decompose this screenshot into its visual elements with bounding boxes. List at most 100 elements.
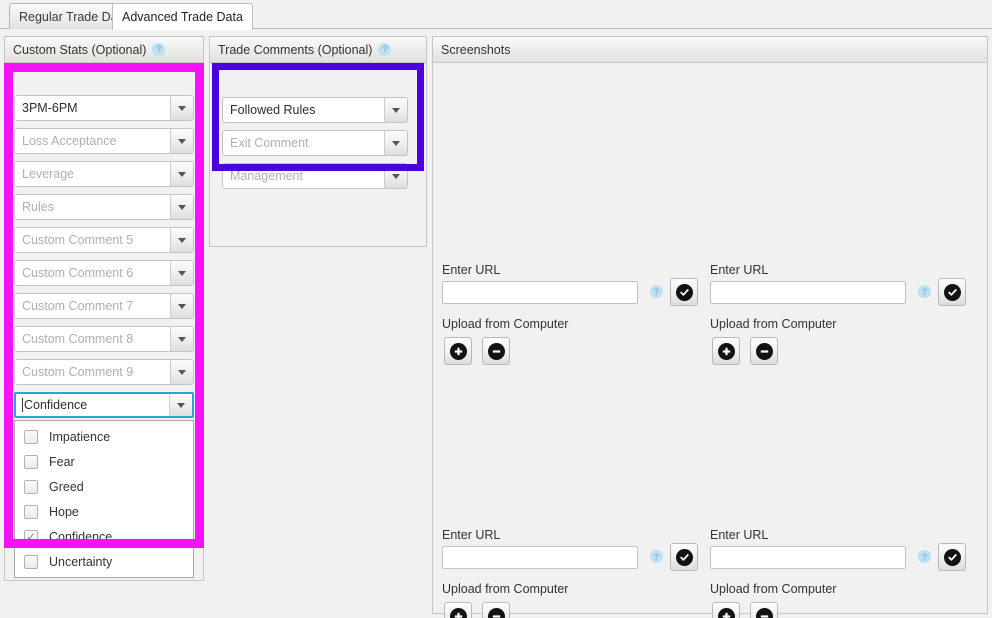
tab-strip: Regular Trade Data Advanced Trade Data	[0, 0, 992, 30]
chevron-down-icon[interactable]	[384, 131, 407, 155]
remove-upload-button[interactable]	[750, 337, 778, 365]
trade-comment-combo-0[interactable]: Followed Rules	[222, 97, 408, 123]
checkbox-icon[interactable]	[24, 504, 38, 519]
chevron-down-icon[interactable]	[170, 327, 193, 351]
checkbox-icon[interactable]	[24, 479, 38, 494]
add-upload-button[interactable]	[444, 602, 472, 618]
dropdown-option[interactable]: Impatience	[15, 424, 193, 449]
text-cursor	[22, 398, 23, 412]
dropdown-option[interactable]: ✓ Confidence	[15, 524, 193, 549]
dropdown-option-label: Confidence	[49, 529, 113, 544]
upload-from-computer-label: Upload from Computer	[442, 582, 569, 596]
checkbox-checked-icon[interactable]: ✓	[24, 529, 38, 544]
trade-comment-combo-2[interactable]: Management	[222, 163, 408, 189]
url-input[interactable]	[442, 281, 638, 304]
remove-upload-button[interactable]	[482, 602, 510, 618]
dropdown-option-label: Hope	[49, 504, 79, 519]
url-input[interactable]	[710, 281, 906, 304]
help-icon[interactable]: ?	[378, 43, 392, 56]
panel-custom-stats: Custom Stats (Optional) ? 3PM-6PM Loss Ac…	[4, 36, 204, 581]
combo-value: Exit Comment	[230, 136, 309, 150]
custom-stat-combo-0[interactable]: 3PM-6PM	[14, 95, 194, 121]
custom-stat-combo-5[interactable]: Custom Comment 6	[14, 260, 194, 286]
dropdown-option[interactable]: Fear	[15, 449, 193, 474]
upload-from-computer-label: Upload from Computer	[710, 317, 837, 331]
checkbox-icon[interactable]	[24, 554, 38, 569]
chevron-down-icon[interactable]	[170, 228, 193, 252]
confirm-url-button[interactable]	[670, 278, 698, 306]
dropdown-option[interactable]: Hope	[15, 499, 193, 524]
enter-url-label: Enter URL	[442, 263, 501, 277]
custom-stats-header: Custom Stats (Optional) ?	[5, 37, 203, 63]
combo-value: Custom Comment 6	[22, 266, 134, 280]
chevron-down-icon[interactable]	[169, 394, 192, 416]
help-icon[interactable]: ?	[918, 550, 931, 563]
combo-value: Leverage	[22, 167, 75, 181]
combo-value: Custom Comment 9	[22, 365, 134, 379]
combo-value: Custom Comment 7	[22, 299, 134, 313]
help-icon[interactable]: ?	[650, 285, 663, 298]
screenshots-body: Enter URL? Upload from Computer Enter URL?…	[433, 63, 987, 618]
check-circle-icon	[675, 548, 693, 566]
trade-comment-combo-1[interactable]: Exit Comment	[222, 130, 408, 156]
chevron-down-icon[interactable]	[170, 294, 193, 318]
plus-circle-icon	[449, 342, 467, 360]
dropdown-option-label: Fear	[49, 454, 75, 469]
custom-stat-combo-9[interactable]: Confidence	[14, 392, 194, 418]
chevron-down-icon[interactable]	[170, 261, 193, 285]
trade-comments-header: Trade Comments (Optional) ?	[210, 37, 426, 63]
dropdown-option-label: Impatience	[49, 429, 111, 444]
panel-trade-comments: Trade Comments (Optional) ? Followed Rul…	[209, 36, 427, 247]
minus-circle-icon	[487, 607, 505, 618]
plus-circle-icon	[449, 607, 467, 618]
upload-from-computer-label: Upload from Computer	[442, 317, 569, 331]
custom-stat-dropdown-list[interactable]: Impatience Fear Greed Hope ✓ Confidence Uncert…	[14, 420, 194, 578]
combo-value: Confidence	[22, 398, 88, 412]
confirm-url-button[interactable]	[938, 543, 966, 571]
add-upload-button[interactable]	[712, 602, 740, 618]
tab-advanced-trade-data[interactable]: Advanced Trade Data	[112, 3, 253, 30]
custom-stat-combo-7[interactable]: Custom Comment 8	[14, 326, 194, 352]
screenshots-title: Screenshots	[441, 42, 511, 57]
checkbox-icon[interactable]	[24, 454, 38, 469]
check-circle-icon	[943, 548, 961, 566]
dropdown-option[interactable]: Uncertainty	[15, 549, 193, 574]
add-upload-button[interactable]	[712, 337, 740, 365]
chevron-down-icon[interactable]	[384, 164, 407, 188]
plus-circle-icon	[717, 607, 735, 618]
chevron-down-icon[interactable]	[170, 96, 193, 120]
upload-from-computer-label: Upload from Computer	[710, 582, 837, 596]
checkbox-icon[interactable]	[24, 429, 38, 444]
chevron-down-icon[interactable]	[170, 129, 193, 153]
remove-upload-button[interactable]	[482, 337, 510, 365]
custom-stat-combo-1[interactable]: Loss Acceptance	[14, 128, 194, 154]
combo-value: 3PM-6PM	[22, 101, 78, 115]
help-icon[interactable]: ?	[152, 43, 166, 56]
confirm-url-button[interactable]	[938, 278, 966, 306]
custom-stat-combo-4[interactable]: Custom Comment 5	[14, 227, 194, 253]
chevron-down-icon[interactable]	[170, 195, 193, 219]
add-upload-button[interactable]	[444, 337, 472, 365]
help-icon[interactable]: ?	[918, 285, 931, 298]
combo-value: Rules	[22, 200, 54, 214]
panel-screenshots: Screenshots Enter URL? Upload from Comput…	[432, 36, 988, 618]
combo-value: Followed Rules	[230, 103, 316, 117]
chevron-down-icon[interactable]	[170, 162, 193, 186]
help-icon[interactable]: ?	[650, 550, 663, 563]
custom-stat-combo-2[interactable]: Leverage	[14, 161, 194, 187]
dropdown-option[interactable]: Greed	[15, 474, 193, 499]
enter-url-label: Enter URL	[710, 528, 769, 542]
custom-stat-combo-6[interactable]: Custom Comment 7	[14, 293, 194, 319]
minus-circle-icon	[755, 342, 773, 360]
chevron-down-icon[interactable]	[384, 98, 407, 122]
url-input[interactable]	[710, 546, 906, 569]
custom-stat-combo-8[interactable]: Custom Comment 9	[14, 359, 194, 385]
custom-stat-combo-3[interactable]: Rules	[14, 194, 194, 220]
screenshots-header: Screenshots	[433, 37, 987, 63]
chevron-down-icon[interactable]	[170, 360, 193, 384]
url-input[interactable]	[442, 546, 638, 569]
confirm-url-button[interactable]	[670, 543, 698, 571]
remove-upload-button[interactable]	[750, 602, 778, 618]
custom-stats-title: Custom Stats (Optional)	[13, 42, 147, 57]
combo-value: Management	[230, 169, 303, 183]
